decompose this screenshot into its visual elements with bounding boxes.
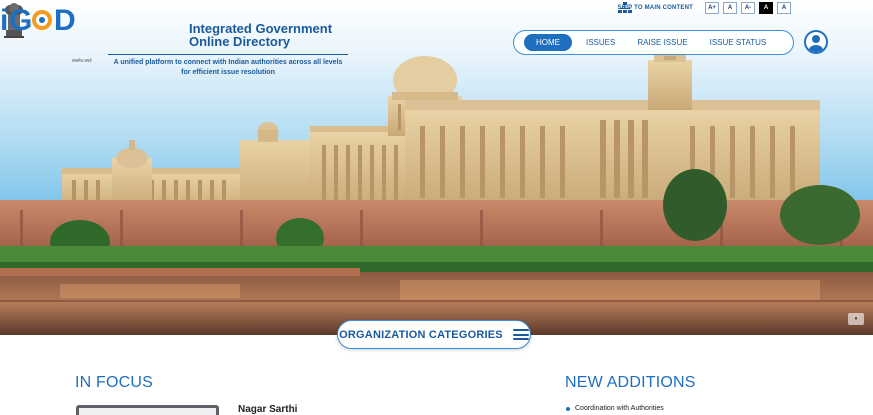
contrast-light-button[interactable]: A bbox=[777, 2, 791, 14]
new-additions-heading: NEW ADDITIONS bbox=[565, 374, 696, 391]
font-normal-button[interactable]: A bbox=[723, 2, 737, 14]
igod-logo[interactable]: i G D bbox=[0, 0, 76, 36]
hero-banner: SKIP TO MAIN CONTENT A+ A A- A A सत्यमेव… bbox=[0, 0, 873, 335]
title-divider bbox=[108, 54, 348, 55]
in-focus-card-image bbox=[79, 408, 216, 415]
nav-issues[interactable]: ISSUES bbox=[578, 34, 623, 51]
svg-text:D: D bbox=[54, 4, 76, 36]
bullet-icon bbox=[566, 406, 570, 411]
svg-text:i: i bbox=[0, 4, 8, 36]
main-nav: HOME ISSUES RAISE ISSUE ISSUE STATUS bbox=[513, 30, 794, 55]
svg-text:G: G bbox=[9, 4, 32, 36]
font-increase-button[interactable]: A+ bbox=[705, 2, 719, 14]
nav-issue-status[interactable]: ISSUE STATUS bbox=[702, 34, 775, 51]
in-focus-card[interactable] bbox=[76, 405, 219, 415]
user-account-button[interactable] bbox=[804, 30, 828, 54]
in-focus-heading: IN FOCUS bbox=[75, 374, 154, 391]
sitemap-icon[interactable] bbox=[617, 2, 632, 14]
contrast-dark-button[interactable]: A bbox=[759, 2, 773, 14]
nav-raise-issue[interactable]: RAISE ISSUE bbox=[629, 34, 695, 51]
organization-categories-label: ORGANIZATION CATEGORIES bbox=[339, 328, 503, 341]
page: SKIP TO MAIN CONTENT A+ A A- A A सत्यमेव… bbox=[0, 0, 873, 415]
slider-pause-button[interactable]: ⏸ bbox=[848, 313, 864, 325]
site-title-line2: Online Directory bbox=[189, 34, 291, 49]
organization-categories-button[interactable]: ORGANIZATION CATEGORIES bbox=[337, 320, 531, 349]
site-title: Integrated Government Online Directory bbox=[189, 22, 359, 48]
nav-home[interactable]: HOME bbox=[524, 34, 572, 51]
user-icon bbox=[809, 35, 823, 52]
new-additions-item-label: Coordination with Authorities bbox=[575, 405, 664, 412]
hamburger-menu-icon bbox=[512, 329, 529, 340]
emblem-caption: सत्यमेव जयते bbox=[72, 58, 92, 63]
utility-bar: SKIP TO MAIN CONTENT A+ A A- A A bbox=[617, 2, 791, 14]
tagline: A unified platform to connect with India… bbox=[113, 59, 343, 76]
font-decrease-button[interactable]: A- bbox=[741, 2, 755, 14]
new-additions-item[interactable]: Coordination with Authorities bbox=[566, 405, 664, 412]
in-focus-item-title[interactable]: Nagar Sarthi bbox=[238, 404, 297, 415]
